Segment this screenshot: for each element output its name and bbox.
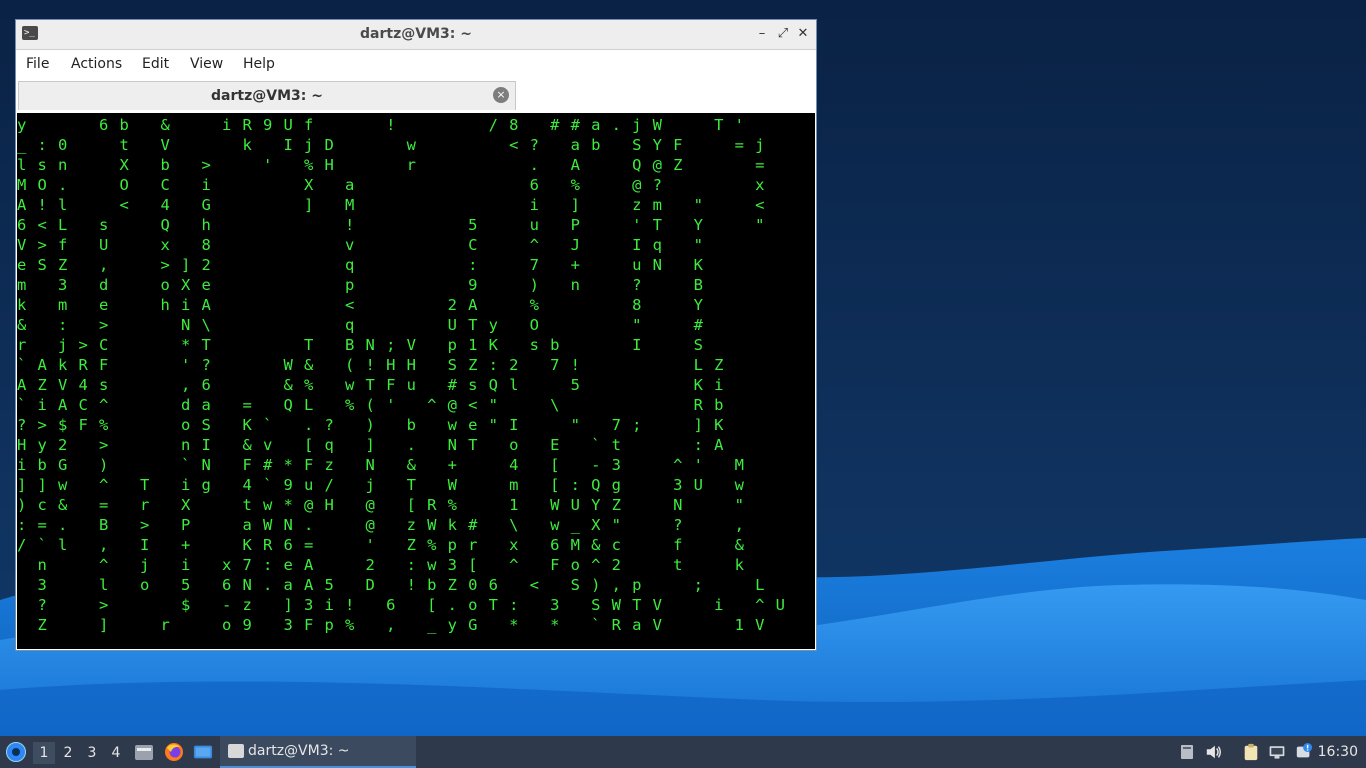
window-titlebar[interactable]: >_ dartz@VM3: ~ – ⤢ ✕ (16, 20, 816, 50)
terminal-icon (228, 744, 244, 758)
menu-view[interactable]: View (190, 56, 223, 72)
menu-bar: File Actions Edit View Help (16, 50, 816, 78)
workspace-1[interactable]: 1 (33, 742, 55, 764)
terminal-window: >_ dartz@VM3: ~ – ⤢ ✕ File Actions Edit … (15, 19, 817, 651)
firefox-icon[interactable] (164, 742, 184, 762)
maximize-button[interactable]: ⤢ (774, 25, 792, 43)
start-menu-button[interactable] (6, 742, 26, 762)
terminal-output[interactable]: y 6 b & i R 9 U f ! / 8 # # a . j W T ' … (17, 113, 815, 649)
tab-close-icon[interactable]: × (493, 87, 509, 103)
lxqt-logo-icon (12, 748, 20, 756)
volume-icon[interactable] (1205, 743, 1223, 761)
taskbar-item-label: dartz@VM3: ~ (248, 743, 350, 759)
clock[interactable]: 16:30 (1318, 744, 1358, 760)
tab-label: dartz@VM3: ~ (211, 88, 323, 104)
menu-help[interactable]: Help (243, 56, 275, 72)
menu-file[interactable]: File (26, 56, 49, 72)
matrix-rain-text: y 6 b & i R 9 U f ! / 8 # # a . j W T ' … (17, 116, 786, 634)
tab-terminal[interactable]: dartz@VM3: ~ × (18, 81, 516, 110)
close-button[interactable]: ✕ (794, 25, 812, 43)
menu-actions[interactable]: Actions (71, 56, 122, 72)
clipboard-icon[interactable] (1242, 743, 1260, 761)
workspace-4[interactable]: 4 (105, 742, 127, 764)
desktop-icon[interactable] (193, 742, 213, 762)
file-manager-icon[interactable] (134, 742, 154, 762)
network-icon[interactable] (1268, 743, 1286, 761)
workspace-2[interactable]: 2 (57, 742, 79, 764)
taskbar: 1 2 3 4 dartz@VM3: ~ 16:30 (0, 736, 1366, 768)
minimize-button[interactable]: – (753, 25, 771, 43)
storage-icon[interactable] (1178, 743, 1196, 761)
menu-edit[interactable]: Edit (142, 56, 169, 72)
workspace-3[interactable]: 3 (81, 742, 103, 764)
tab-bar: dartz@VM3: ~ × (16, 79, 816, 112)
notification-icon[interactable] (1295, 743, 1313, 761)
taskbar-item-terminal[interactable]: dartz@VM3: ~ (220, 736, 416, 768)
window-title: dartz@VM3: ~ (360, 26, 472, 42)
